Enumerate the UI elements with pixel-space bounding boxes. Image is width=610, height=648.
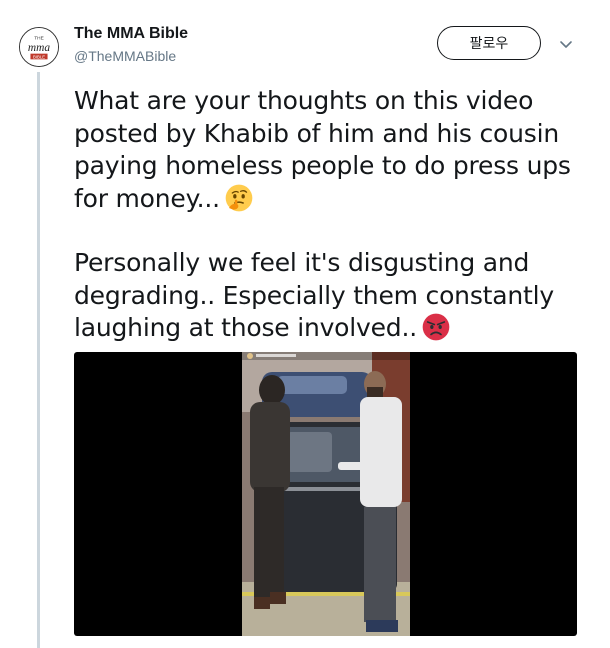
account-display-name[interactable]: The MMA Bible (74, 25, 188, 43)
thinking-face-icon (225, 184, 253, 211)
mma-bible-logo-icon: THE mma BIBLE (20, 28, 58, 66)
thread-connector-line (37, 72, 40, 648)
chevron-down-icon[interactable] (558, 37, 574, 53)
video-thumbnail-image (242, 352, 410, 636)
account-handle[interactable]: @TheMMABible (74, 48, 176, 64)
video-frame[interactable] (242, 352, 410, 636)
avatar[interactable]: THE mma BIBLE (19, 27, 59, 67)
tweet-paragraph-1: What are your thoughts on this video pos… (74, 85, 594, 215)
svg-text:BIBLE: BIBLE (33, 54, 45, 59)
svg-text:THE: THE (34, 35, 44, 41)
tweet-paragraph-1-text: What are your thoughts on this video pos… (74, 86, 571, 213)
tweet-text: What are your thoughts on this video pos… (74, 85, 594, 345)
angry-face-icon (422, 313, 450, 341)
follow-button[interactable]: 팔로우 (437, 26, 541, 60)
tweet-paragraph-2-text: Personally we feel it's disgusting and d… (74, 248, 554, 342)
svg-text:mma: mma (28, 42, 50, 54)
tweet-video[interactable] (74, 352, 577, 636)
tweet-paragraph-2: Personally we feel it's disgusting and d… (74, 247, 594, 345)
